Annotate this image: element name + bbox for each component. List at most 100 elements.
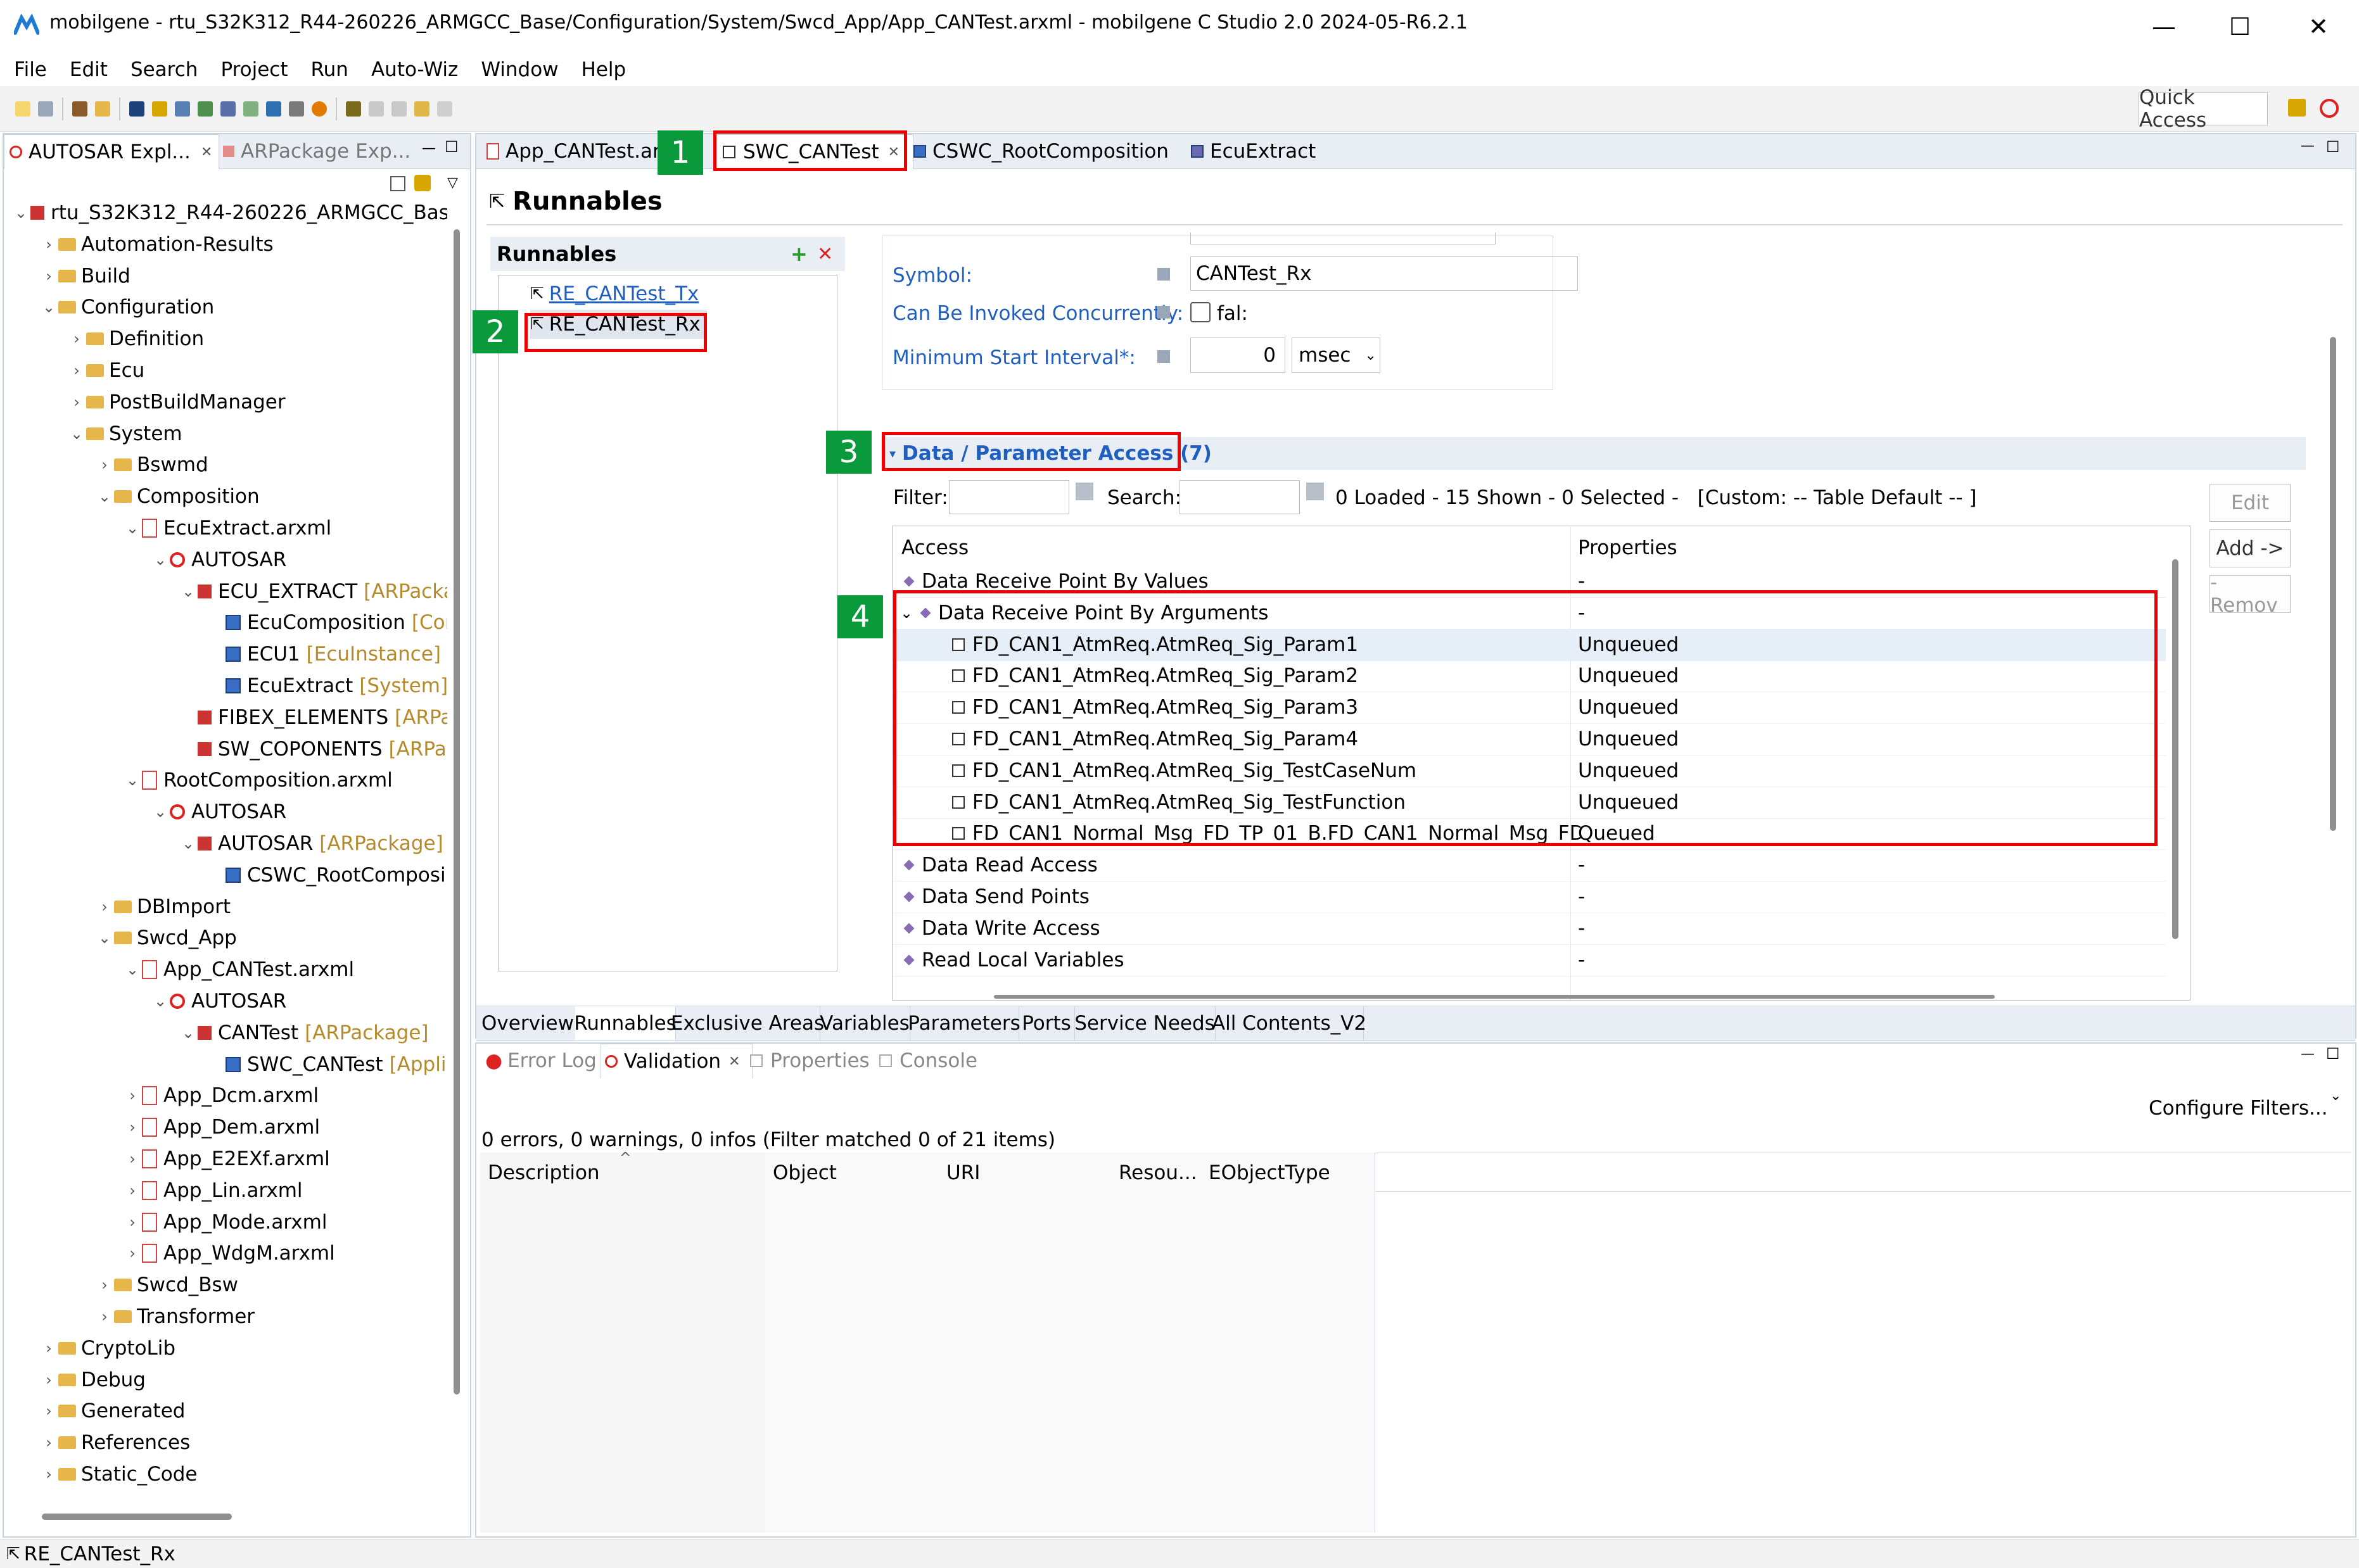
page-tab-parameters[interactable]: Parameters: [908, 1006, 1021, 1040]
next-annotation-icon[interactable]: [369, 101, 384, 117]
minimize-editor-icon[interactable]: —: [2301, 138, 2315, 154]
prev-annotation-icon[interactable]: [391, 101, 407, 117]
chevron-right-icon[interactable]: ›: [95, 1276, 114, 1294]
chevron-down-icon[interactable]: ⌄: [95, 929, 114, 947]
tree-item[interactable]: › Transformer: [95, 1301, 255, 1332]
edit-button[interactable]: Edit: [2210, 484, 2291, 522]
close-icon[interactable]: ✕: [201, 144, 212, 160]
table-header-access[interactable]: Access: [901, 536, 969, 559]
chevron-right-icon[interactable]: ›: [39, 267, 58, 285]
chevron-right-icon[interactable]: ›: [95, 898, 114, 916]
tree-item[interactable]: › PostBuildManager: [67, 387, 285, 417]
menu-file[interactable]: File: [14, 58, 47, 81]
close-icon[interactable]: ✕: [728, 1054, 740, 1070]
tree-item[interactable]: › App_E2EXf.arxml: [123, 1144, 330, 1174]
tree-item[interactable]: › App_Lin.arxml: [123, 1175, 302, 1206]
chevron-right-icon[interactable]: ›: [39, 1371, 58, 1389]
tree-item[interactable]: ⌄ rtu_S32K312_R44-260226_ARMGCC_Base: [11, 198, 447, 228]
chevron-right-icon[interactable]: ›: [123, 1087, 142, 1104]
table-vertical-scrollbar[interactable]: [2172, 559, 2178, 939]
chevron-down-icon[interactable]: ⌄: [179, 1024, 198, 1042]
add-button[interactable]: Add ->: [2210, 529, 2291, 567]
add-icon[interactable]: +: [791, 242, 808, 266]
tree-item[interactable]: › Definition: [67, 324, 204, 354]
page-tab-overview[interactable]: Overview: [480, 1006, 576, 1040]
tree-horizontal-scrollbar[interactable]: [42, 1514, 232, 1520]
concurrent-checkbox[interactable]: [1190, 302, 1211, 322]
tree-item[interactable]: ⌄ CANTest [ARPackage]: [179, 1018, 429, 1048]
terminal-icon[interactable]: [129, 101, 144, 117]
tab-ecuextract[interactable]: EcuExtract: [1191, 134, 1356, 168]
chevron-right-icon[interactable]: ›: [123, 1244, 142, 1262]
grid-icon[interactable]: [220, 101, 236, 117]
tree-item[interactable]: › Automation-Results: [39, 229, 274, 260]
filter-input[interactable]: [949, 480, 1069, 514]
tree-vertical-scrollbar[interactable]: [454, 229, 460, 1394]
tree-item[interactable]: ⌄ Swcd_App: [95, 923, 237, 953]
table-row[interactable]: Data Read Access -: [893, 849, 2166, 882]
remove-button[interactable]: - Remov: [2210, 571, 2291, 617]
chevron-right-icon[interactable]: ›: [95, 1308, 114, 1325]
chevron-down-icon[interactable]: ⌄: [123, 961, 142, 978]
menu-autowiz[interactable]: Auto-Wiz: [371, 58, 458, 81]
runnable-item-tx[interactable]: ⇱ RE_CANTest_Tx: [530, 279, 699, 308]
table-horizontal-scrollbar[interactable]: [994, 995, 1995, 999]
table-row[interactable]: Read Local Variables -: [893, 944, 2166, 977]
tree-item[interactable]: › Build: [39, 261, 130, 291]
tree-item[interactable]: SW_COPONENTS [ARPa: [179, 734, 447, 764]
tab-validation[interactable]: Validation ✕: [601, 1044, 753, 1078]
tree-item[interactable]: SWC_CANTest [Appli: [207, 1049, 446, 1080]
chevron-right-icon[interactable]: ›: [67, 330, 86, 348]
tab-console[interactable]: Console: [879, 1044, 1006, 1078]
tree-item[interactable]: EcuExtract [System]: [207, 671, 447, 701]
tree-item[interactable]: ⌄ System: [67, 419, 182, 449]
collapse-all-icon[interactable]: [390, 176, 405, 191]
chevron-right-icon[interactable]: ›: [67, 393, 86, 411]
chevron-down-icon[interactable]: ⌄: [123, 519, 142, 537]
gear-icon[interactable]: [198, 101, 213, 117]
view-menu-icon[interactable]: ⌄: [2330, 1088, 2341, 1104]
table-row[interactable]: Data Send Points -: [893, 881, 2166, 913]
chevron-right-icon[interactable]: ›: [123, 1118, 142, 1136]
tree-item[interactable]: › App_Dcm.arxml: [123, 1080, 319, 1111]
tree-item[interactable]: › Static_Code: [39, 1459, 197, 1489]
menu-edit[interactable]: Edit: [70, 58, 108, 81]
symbol-input[interactable]: CANTest_Rx: [1190, 256, 1578, 291]
tree-item[interactable]: ECU1 [EcuInstance]: [207, 639, 441, 669]
chevron-right-icon[interactable]: ›: [123, 1213, 142, 1231]
tree-item[interactable]: › References: [39, 1427, 190, 1458]
tree-item[interactable]: ⌄ AUTOSAR: [151, 797, 286, 827]
chevron-down-icon[interactable]: ⌄: [123, 771, 142, 789]
maximize-editor-icon[interactable]: ☐: [2326, 138, 2340, 156]
cut-icon[interactable]: [266, 101, 281, 117]
new-icon[interactable]: [15, 101, 30, 117]
chevron-down-icon[interactable]: ⌄: [151, 551, 170, 569]
tree-item[interactable]: › App_Mode.arxml: [123, 1207, 327, 1237]
box-icon[interactable]: [243, 101, 258, 117]
tree-item[interactable]: › Ecu: [67, 355, 144, 386]
chevron-down-icon[interactable]: ⌄: [179, 835, 198, 852]
chevron-down-icon[interactable]: ⌄: [151, 992, 170, 1010]
tab-properties[interactable]: Properties: [750, 1044, 877, 1078]
chevron-right-icon[interactable]: ›: [95, 456, 114, 474]
wizard-icon[interactable]: [95, 101, 110, 117]
search-input[interactable]: [1180, 480, 1300, 514]
chevron-right-icon[interactable]: ›: [67, 362, 86, 379]
chevron-right-icon[interactable]: ›: [39, 1402, 58, 1420]
chevron-right-icon[interactable]: ›: [39, 1339, 58, 1357]
column-object[interactable]: Object: [765, 1153, 939, 1533]
tree-item[interactable]: › App_Dem.arxml: [123, 1112, 320, 1142]
search-icon[interactable]: [1306, 483, 1324, 500]
save-icon[interactable]: [38, 101, 53, 117]
column-resource[interactable]: Resou...: [1112, 1153, 1202, 1533]
menu-project[interactable]: Project: [220, 58, 288, 81]
menu-window[interactable]: Window: [481, 58, 558, 81]
page-tab-runnables[interactable]: Runnables: [574, 1006, 677, 1040]
forward-icon[interactable]: [437, 101, 452, 117]
tree-item[interactable]: › Generated: [39, 1396, 185, 1426]
filter-icon[interactable]: [1076, 483, 1093, 500]
chevron-down-icon[interactable]: ⌄: [95, 488, 114, 505]
star-icon[interactable]: [152, 101, 167, 117]
chevron-down-icon[interactable]: ⌄: [67, 425, 86, 443]
chevron-down-icon[interactable]: ⌄: [151, 803, 170, 821]
